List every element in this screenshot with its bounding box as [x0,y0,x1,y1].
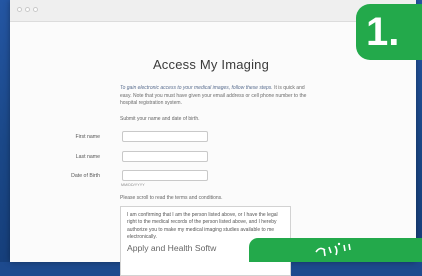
step-badge: 1. [356,4,422,60]
minimize-window-dot-icon[interactable] [25,7,30,12]
first-name-row: First name [0,131,406,144]
last-name-input[interactable] [122,151,208,162]
celebration-lines-icon [315,242,351,257]
last-name-row: Last name [0,151,406,164]
date-of-birth-row: Date of Birth [0,170,406,183]
date-format-hint: MM/DD/YYYY [121,183,145,187]
page-title: Access My Imaging [152,57,270,72]
intro-line-1: To gain electronic access to your medica… [120,85,273,91]
zoom-window-dot-icon[interactable] [33,7,38,12]
date-of-birth-label: Date of Birth [71,173,100,179]
close-window-dot-icon[interactable] [17,7,22,12]
intro-text: To gain electronic access to your medica… [120,85,310,108]
first-name-input[interactable] [122,131,208,142]
last-name-label: Last name [75,154,100,160]
submit-instructions: Submit your name and date of birth. [120,116,200,122]
step-number: 1. [366,10,400,54]
date-of-birth-input[interactable] [122,170,208,181]
window-controls [17,7,38,12]
terms-scroll-note: Please scroll to read the terms and cond… [120,195,223,201]
green-overlay-panel [249,238,422,262]
first-name-label: First name [75,134,100,140]
